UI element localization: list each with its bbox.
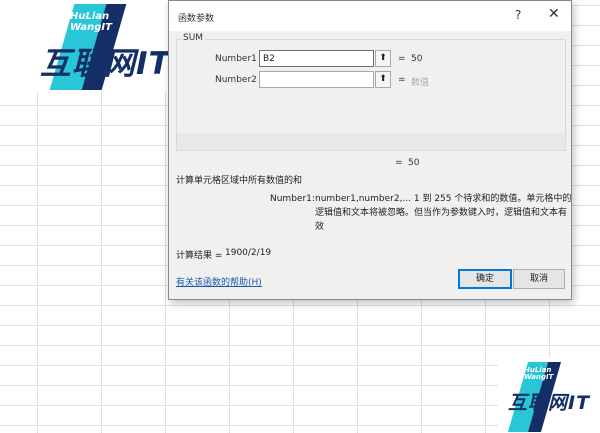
logo-bottom: HuLian WangIT 互联网IT	[498, 358, 600, 433]
close-icon[interactable]: ✕	[548, 6, 560, 22]
arg2-result: 数值	[411, 78, 430, 88]
arg2-label: Number2	[215, 75, 257, 85]
function-name: SUM	[181, 33, 206, 43]
group-lower-area	[177, 133, 565, 150]
ok-button[interactable]: 确定	[458, 269, 512, 289]
formula-equals: =	[395, 158, 403, 168]
dialog-title: 函数参数	[178, 14, 215, 24]
arg2-equals: =	[398, 75, 406, 85]
logo-top: HuLian WangIT 互联网IT	[0, 0, 171, 92]
function-help-link[interactable]: 有关该函数的帮助(H)	[176, 275, 262, 288]
function-description: 计算单元格区域中所有数值的和	[176, 176, 303, 186]
calc-result-label: 计算结果 =	[176, 251, 223, 261]
arg1-result: 50	[411, 54, 423, 64]
help-icon[interactable]: ?	[515, 8, 521, 22]
cancel-button[interactable]: 取消	[513, 269, 565, 289]
arg1-input[interactable]	[259, 50, 374, 67]
arg2-input[interactable]	[259, 71, 374, 88]
dialog-titlebar[interactable]: 函数参数 ? ✕	[169, 1, 571, 31]
arg-description-name: Number1:	[270, 194, 315, 204]
logo-wordmark: 互联网IT	[508, 392, 591, 414]
arg1-ref-icon[interactable]: ⬆	[375, 50, 391, 67]
logo-subtitle: HuLian WangIT	[70, 11, 112, 33]
arg1-label: Number1	[215, 54, 257, 64]
function-arguments-dialog: 函数参数 ? ✕ SUM Number1 ⬆ = 50 Number2 ⬆ = …	[168, 0, 572, 300]
calc-result-value: 1900/2/19	[225, 248, 272, 258]
arg1-equals: =	[398, 54, 406, 64]
logo-subtitle: HuLian WangIT	[524, 366, 554, 382]
function-group: SUM Number1 ⬆ = 50 Number2 ⬆ = 数值	[176, 33, 566, 151]
formula-result: 50	[408, 158, 420, 168]
logo-wordmark: 互联网IT	[40, 46, 171, 82]
arg2-ref-icon[interactable]: ⬆	[375, 71, 391, 88]
arg-description-text: number1,number2,... 1 到 255 个待求和的数值。单元格中…	[315, 194, 572, 232]
